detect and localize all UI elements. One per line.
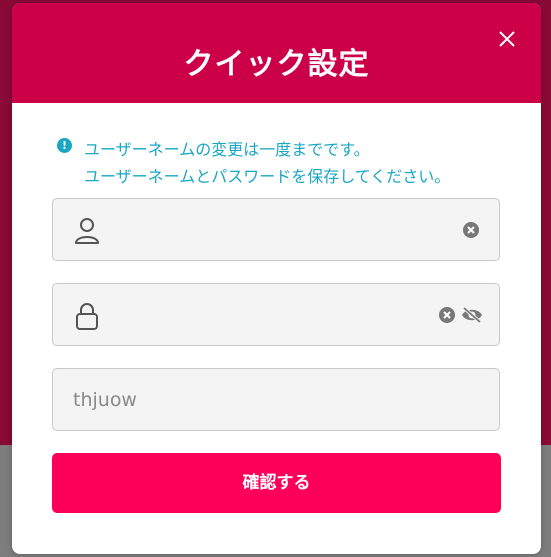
clear-icon[interactable] <box>462 221 480 239</box>
notice-line-1: ユーザーネームの変更は一度までです。 <box>84 140 370 159</box>
modal-title: クイック設定 <box>183 47 370 82</box>
password-input[interactable] <box>113 284 433 345</box>
notice-line-2: ユーザーネームとパスワードを保存してください。 <box>84 167 451 186</box>
quick-settings-modal: クイック設定 ! ユーザーネームの変更は一度までです。 ユーザーネームとパスワー… <box>12 3 541 554</box>
text-field[interactable] <box>52 368 500 431</box>
clear-icon[interactable] <box>438 306 456 324</box>
eye-slash-icon[interactable] <box>461 306 483 324</box>
user-icon <box>73 216 101 246</box>
close-icon[interactable] <box>496 28 518 50</box>
password-field[interactable] <box>52 283 500 346</box>
info-icon: ! <box>57 138 72 153</box>
username-field[interactable] <box>52 198 500 261</box>
text-input[interactable] <box>73 369 473 430</box>
username-input[interactable] <box>113 199 433 260</box>
confirm-button[interactable]: 確認する <box>52 453 501 513</box>
lock-icon <box>73 301 101 331</box>
